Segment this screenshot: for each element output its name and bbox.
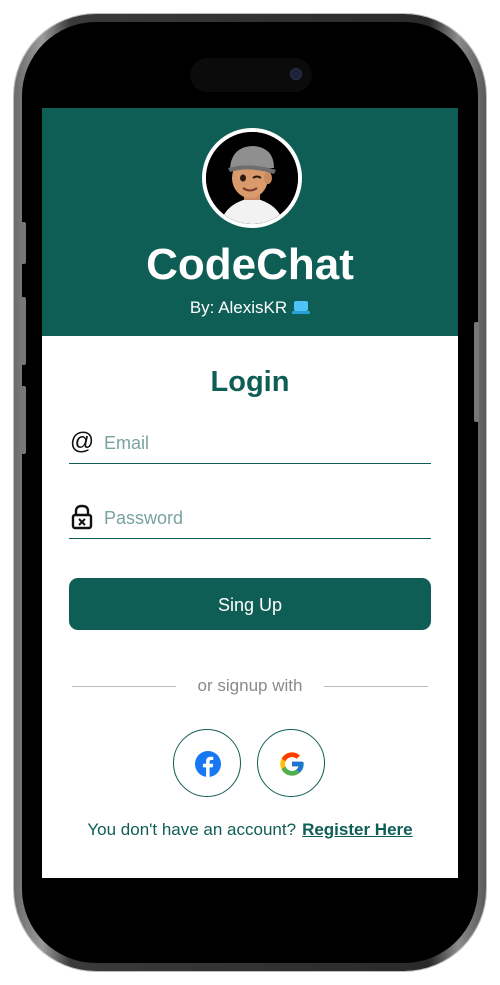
register-link[interactable]: Register Here — [302, 820, 413, 839]
at-icon: @ — [69, 428, 95, 455]
divider-left — [72, 686, 176, 687]
app-header: CodeChat By: AlexisKR — [42, 108, 458, 336]
author-byline: By: AlexisKR — [42, 296, 458, 320]
byline-text: By: AlexisKR — [189, 298, 288, 317]
password-field — [69, 498, 431, 539]
volume-up-button — [21, 297, 26, 365]
app-title: CodeChat — [146, 240, 354, 289]
facebook-signup-button[interactable] — [173, 729, 241, 797]
lock-icon — [69, 504, 95, 530]
power-button — [474, 322, 479, 422]
avatar — [202, 128, 302, 228]
volume-down-button — [21, 386, 26, 454]
login-title: Login — [210, 366, 290, 398]
google-signup-button[interactable] — [257, 729, 325, 797]
register-prompt: You don't have an account? — [87, 820, 297, 839]
register-prompt-row: You don't have an account? Register Here — [42, 818, 458, 842]
front-camera — [290, 68, 302, 80]
email-field: @ — [69, 423, 431, 464]
facebook-icon — [195, 751, 221, 777]
divider-right — [324, 686, 428, 687]
email-input[interactable] — [102, 427, 426, 459]
social-divider-text: or signup with — [197, 676, 303, 695]
silent-switch — [21, 222, 26, 264]
laptop-icon — [292, 301, 311, 315]
signup-button[interactable]: Sing Up — [69, 578, 431, 630]
app-screen: CodeChat By: AlexisKR Login @ Sing Up or… — [42, 108, 458, 878]
password-input[interactable] — [102, 502, 426, 534]
google-icon — [280, 752, 304, 776]
